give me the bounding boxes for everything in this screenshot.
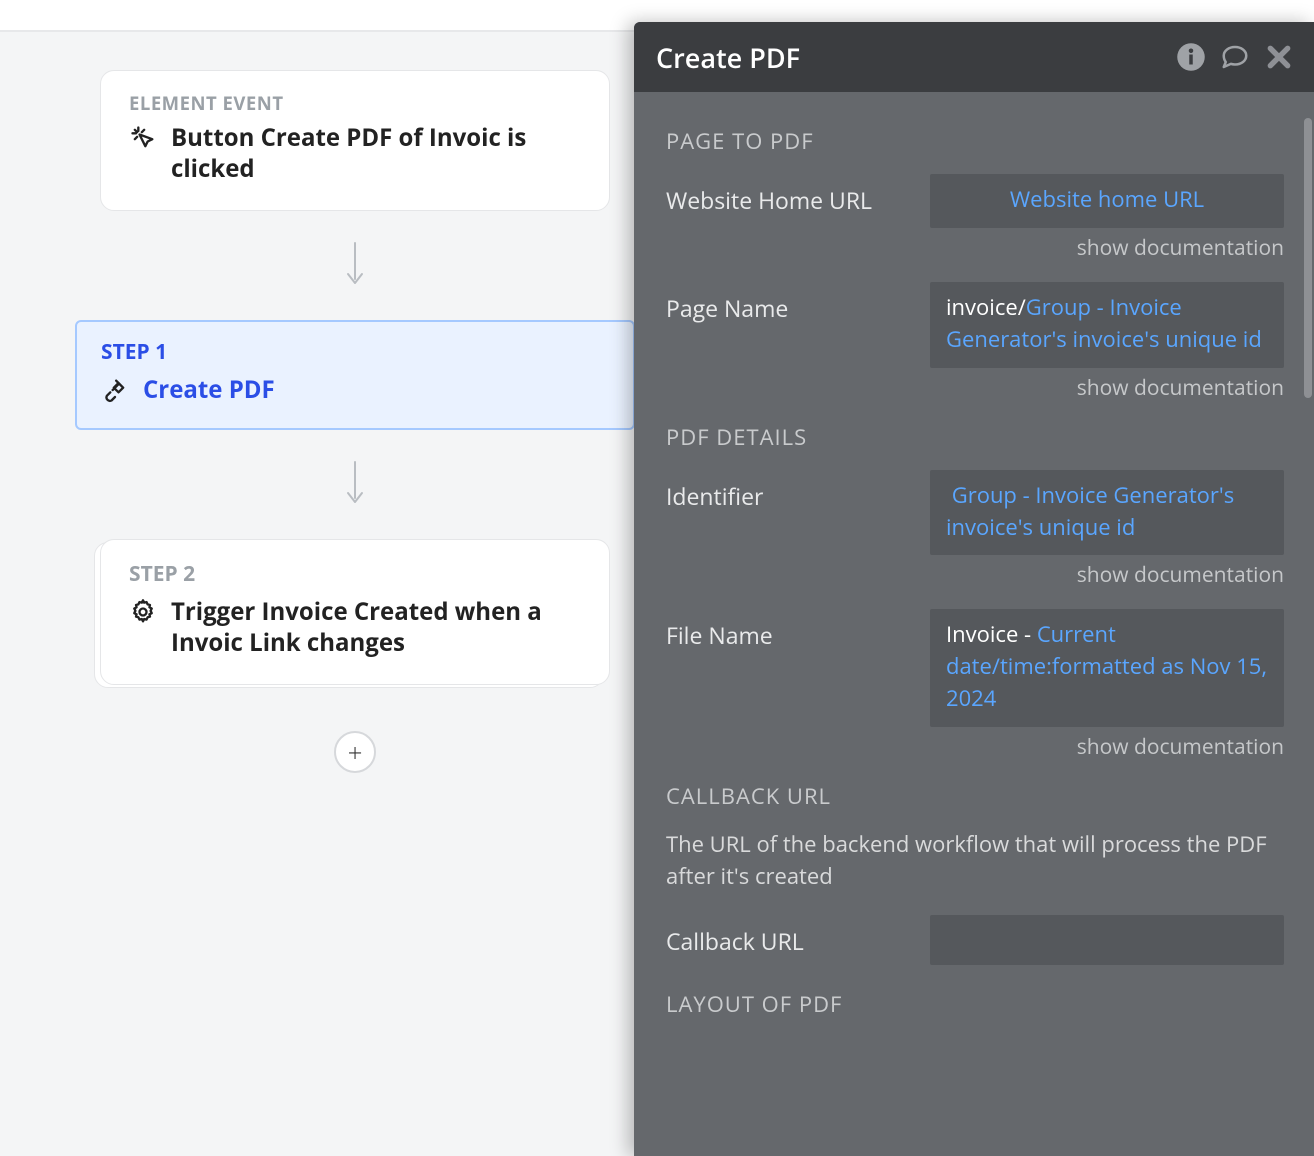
workflow-step-2-label: STEP 2: [129, 560, 581, 588]
scrollbar-thumb[interactable]: [1304, 118, 1312, 398]
workflow-event-title: Button Create PDF of Invoic is clicked: [171, 122, 581, 184]
prop-label: Page Name: [666, 282, 916, 324]
prop-label: Identifier: [666, 470, 916, 512]
section-page-to-pdf: PAGE TO PDF: [666, 126, 1284, 156]
workflow-event-card[interactable]: ELEMENT EVENT Button Create PDF of Invoi…: [100, 70, 610, 211]
prop-label: Website Home URL: [666, 174, 916, 216]
workflow-step-1-title: Create PDF: [143, 374, 275, 405]
panel-header[interactable]: Create PDF: [634, 22, 1314, 92]
section-callback-desc: The URL of the backend workflow that wil…: [666, 829, 1284, 893]
doc-link[interactable]: show documentation: [666, 234, 1284, 262]
arrow-down-icon: [345, 241, 365, 292]
add-step-button[interactable]: +: [334, 731, 376, 773]
section-callback: CALLBACK URL: [666, 781, 1284, 811]
prop-input-file-name[interactable]: Invoice - Current date/time:formatted as…: [930, 609, 1284, 727]
gear-icon: [129, 598, 157, 626]
workflow-step-2-title: Trigger Invoice Created when a Invoic Li…: [171, 596, 581, 658]
doc-link[interactable]: show documentation: [666, 374, 1284, 402]
prop-website-home-url: Website Home URL Website home URL: [666, 174, 1284, 228]
workflow-step-1-card[interactable]: STEP 1 Create PDF: [75, 320, 635, 429]
info-icon[interactable]: [1176, 42, 1206, 72]
doc-link[interactable]: show documentation: [666, 561, 1284, 589]
prop-input-identifier[interactable]: Group - Invoice Generator's invoice's un…: [930, 470, 1284, 556]
doc-link[interactable]: show documentation: [666, 733, 1284, 761]
workflow-step-2-card[interactable]: STEP 2 Trigger Invoice Created when a In…: [100, 539, 610, 685]
plugin-icon: [101, 376, 129, 404]
close-icon[interactable]: [1266, 44, 1292, 70]
workflow-step-1-label: STEP 1: [101, 338, 609, 366]
workflow-step-2-stack: STEP 2 Trigger Invoice Created when a In…: [100, 539, 610, 685]
panel-body: PAGE TO PDF Website Home URL Website hom…: [634, 92, 1314, 1047]
prop-label: Callback URL: [666, 915, 916, 957]
prop-callback-url: Callback URL: [666, 915, 1284, 965]
prop-input-website-home-url[interactable]: Website home URL: [930, 174, 1284, 228]
prop-file-name: File Name Invoice - Current date/time:fo…: [666, 609, 1284, 727]
cursor-click-icon: [129, 124, 157, 152]
arrow-down-icon: [345, 460, 365, 511]
section-layout: LAYOUT OF PDF: [666, 989, 1284, 1019]
prop-identifier: Identifier Group - Invoice Generator's i…: [666, 470, 1284, 556]
prop-page-name: Page Name invoice/Group - Invoice Genera…: [666, 282, 1284, 368]
comment-icon[interactable]: [1220, 42, 1250, 72]
workflow-column: ELEMENT EVENT Button Create PDF of Invoi…: [100, 70, 610, 773]
prop-input-page-name[interactable]: invoice/Group - Invoice Generator's invo…: [930, 282, 1284, 368]
workflow-event-label: ELEMENT EVENT: [129, 91, 581, 116]
properties-panel: Create PDF PAGE TO PDF Website Home URL …: [634, 22, 1314, 1156]
panel-title: Create PDF: [656, 39, 1162, 76]
prop-label: File Name: [666, 609, 916, 651]
prop-input-callback-url[interactable]: [930, 915, 1284, 965]
section-pdf-details: PDF DETAILS: [666, 422, 1284, 452]
